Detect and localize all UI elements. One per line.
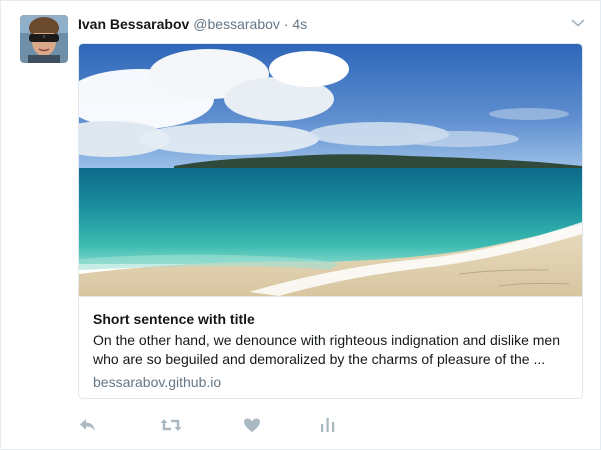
separator-dot: · <box>283 16 289 32</box>
reply-button[interactable] <box>78 415 102 439</box>
timestamp[interactable]: 4s <box>292 16 307 32</box>
retweet-button[interactable] <box>160 415 184 439</box>
analytics-icon <box>321 418 335 432</box>
chevron-down-icon <box>571 19 585 27</box>
analytics-button[interactable] <box>318 415 342 439</box>
link-card[interactable]: Short sentence with title On the other h… <box>78 43 583 399</box>
tweet: Ivan Bessarabov @bessarabov · 4s Short s… <box>0 0 601 450</box>
beach-photo <box>79 44 582 297</box>
card-description: On the other hand, we denounce with righ… <box>93 332 560 367</box>
reply-icon <box>80 419 95 431</box>
retweet-icon <box>160 419 182 431</box>
card-domain: bessarabov.github.io <box>93 374 222 390</box>
author-name[interactable]: Ivan Bessarabov <box>78 16 189 32</box>
avatar-photo-icon <box>20 15 68 63</box>
tweet-header: Ivan Bessarabov @bessarabov · 4s <box>78 14 307 34</box>
heart-icon <box>244 418 260 432</box>
tweet-menu-button[interactable] <box>570 15 586 31</box>
author-handle[interactable]: @bessarabov <box>193 16 280 32</box>
card-title: Short sentence with title <box>93 311 255 327</box>
like-button[interactable] <box>242 415 266 439</box>
avatar[interactable] <box>20 15 68 63</box>
